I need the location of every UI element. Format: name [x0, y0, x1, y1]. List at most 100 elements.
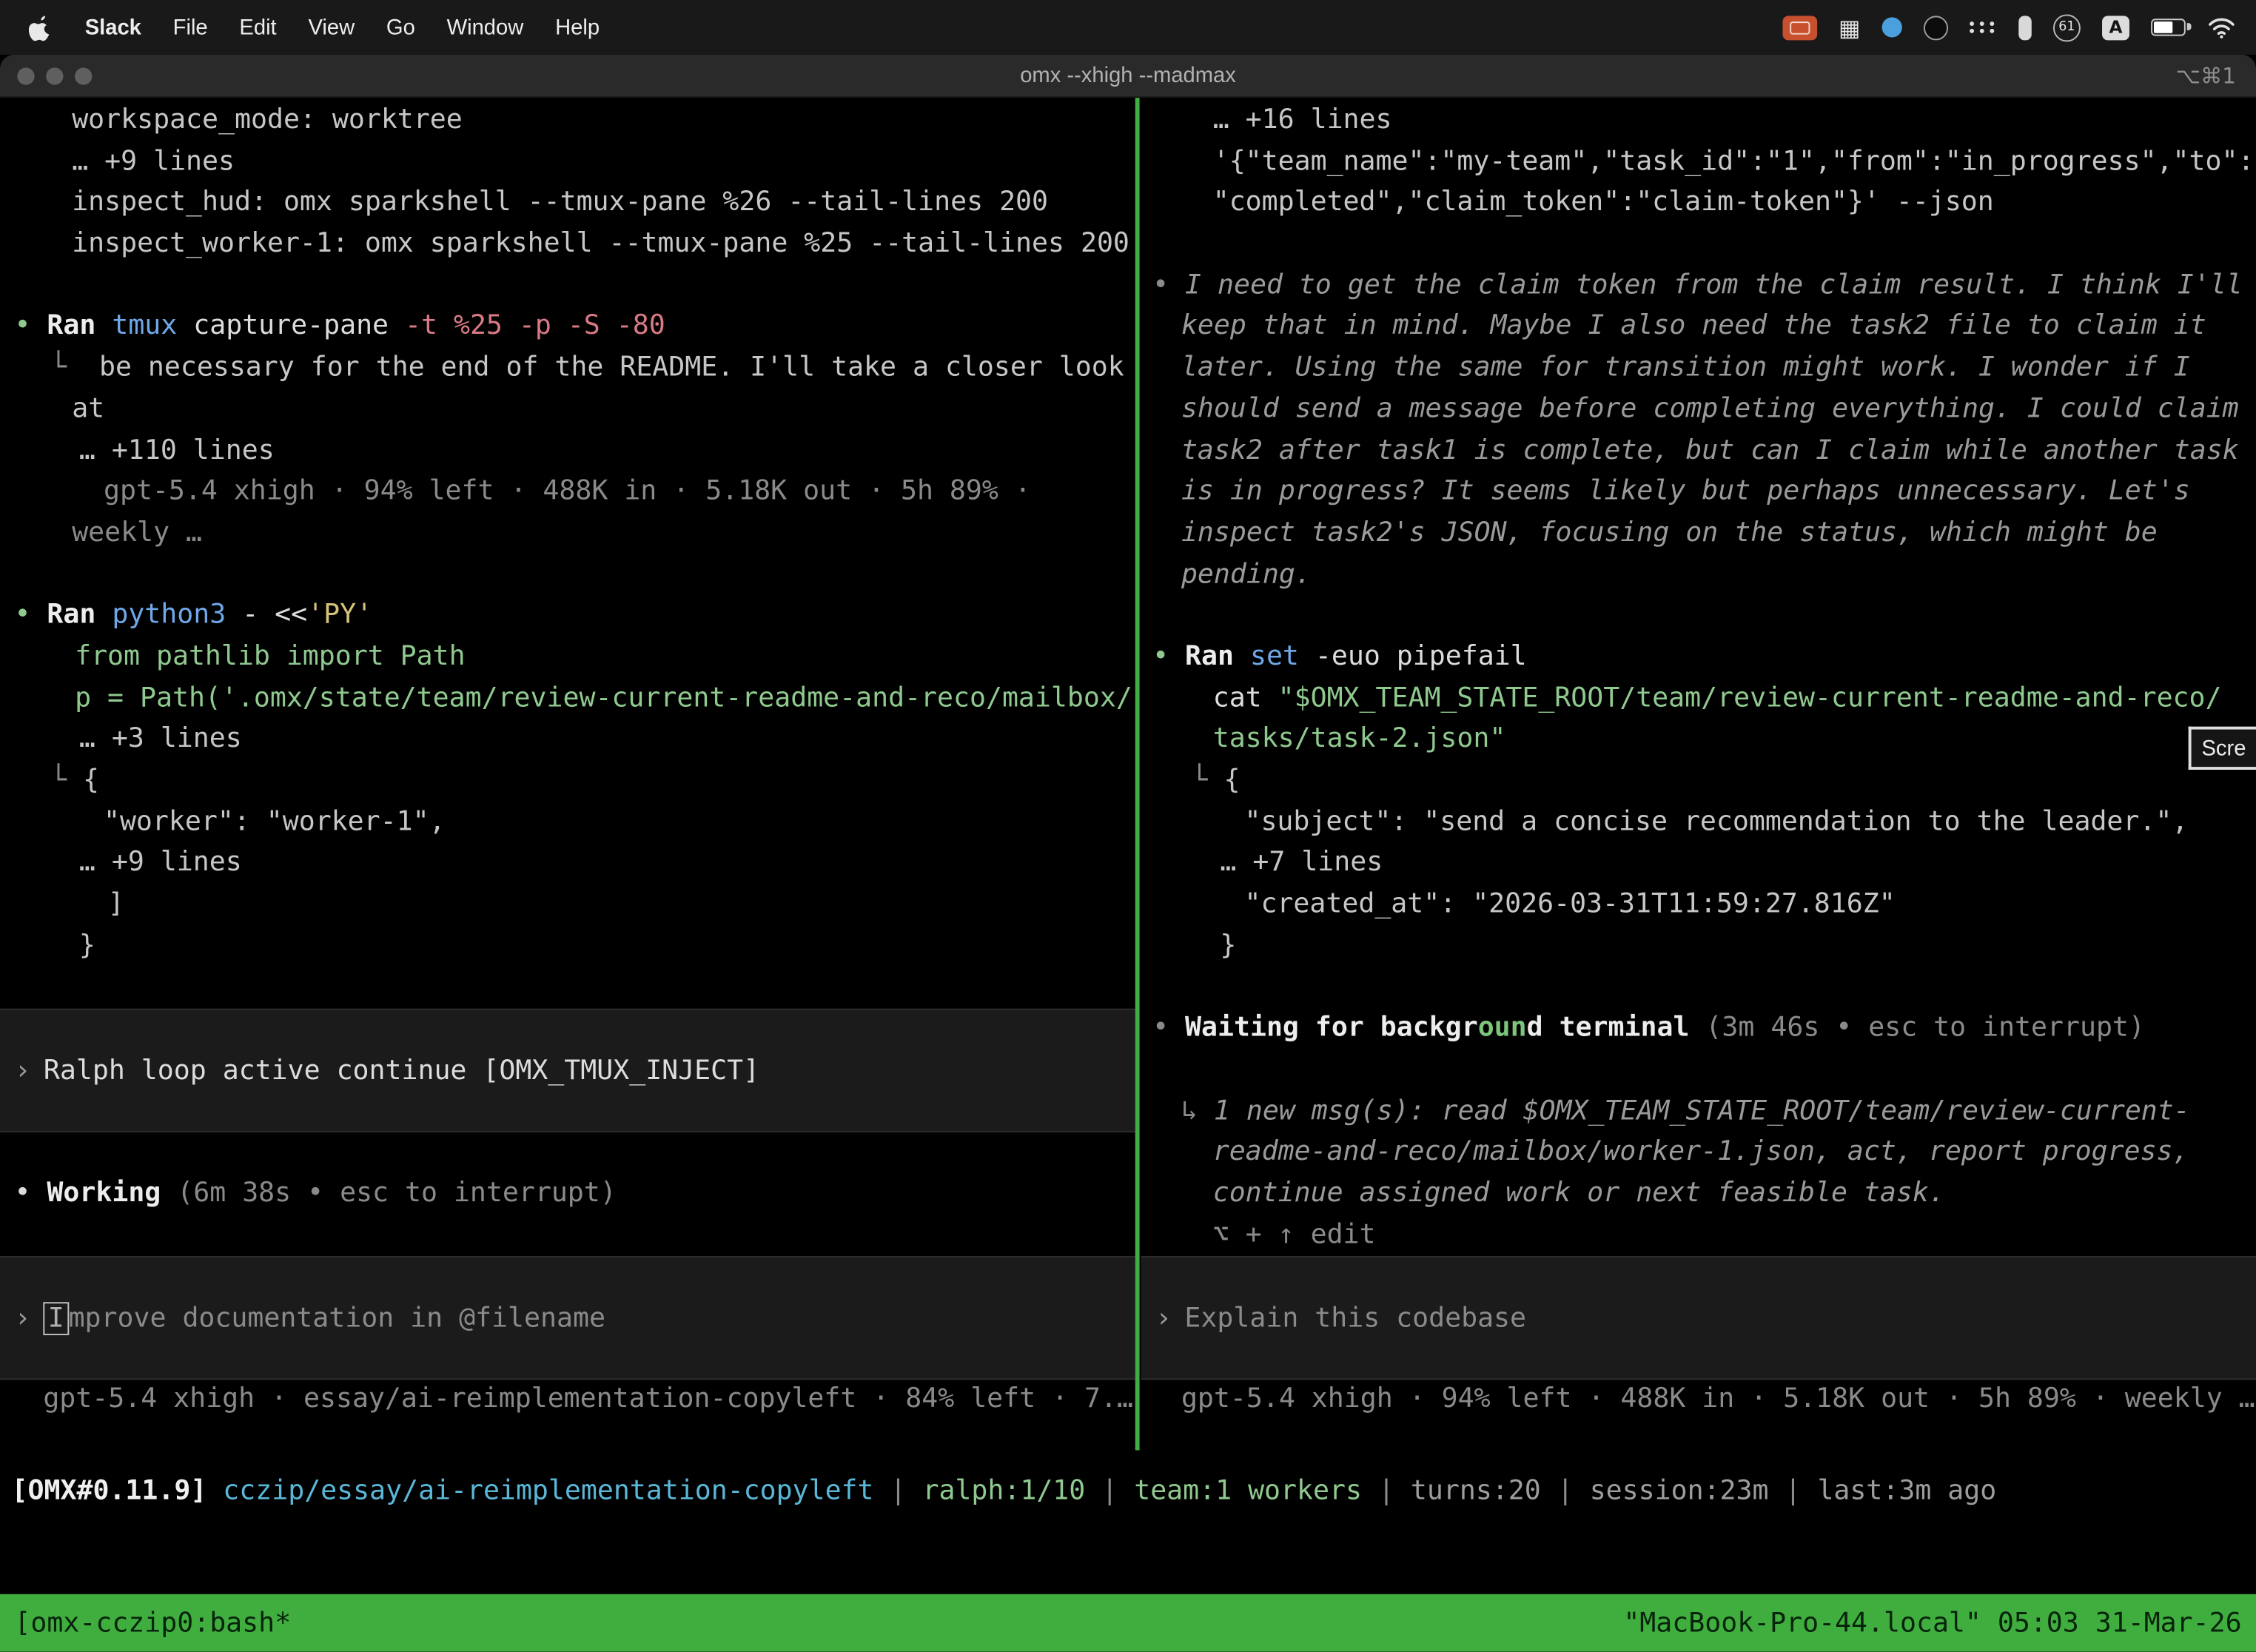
text-segment: … +9 lines [79, 848, 242, 879]
terminal-line: workspace_mode: worktree [0, 101, 1135, 142]
text-segment: at [72, 394, 104, 424]
text-segment: • [1152, 270, 1185, 300]
text-segment: task2 after task1 is complete, but can I… [1181, 435, 2239, 466]
terminal-line: • I need to get the claim token from the… [1141, 266, 2256, 307]
text-segment: [OMX#0.11.9] [12, 1476, 207, 1506]
minimize-button[interactable] [46, 67, 63, 84]
text-segment: capture-pane [177, 312, 405, 342]
tmux-status-bar: [omx-cczip0:bash* "MacBook-Pro-44.local"… [0, 1594, 2256, 1652]
terminal-app-icon[interactable] [1924, 15, 1948, 39]
terminal-line: p = Path('.omx/state/team/review-current… [0, 679, 1135, 720]
text-segment: "completed","claim_token":"claim-token"}… [1213, 187, 1994, 218]
window-hotkey: ⌥⌘1 [2175, 63, 2256, 89]
pane-footer-status: gpt-5.4 xhigh · 94% left · 488K in · 5.1… [1141, 1380, 2256, 1422]
text-segment: - << [226, 600, 307, 631]
terminal-line: } [0, 926, 1135, 967]
text-segment: d terminal [1527, 1013, 1706, 1044]
screen-share-popup: Scre [2189, 727, 2256, 770]
text-segment: cat [1213, 683, 1278, 713]
screen-recording-indicator-icon[interactable] [1782, 15, 1817, 39]
terminal-line: gpt-5.4 xhigh · 94% left · 488K in · 5.1… [0, 472, 1135, 514]
blank-line [1141, 224, 2256, 266]
blank-line [0, 967, 1135, 1009]
text-segment: 1 new msg(s): read $OMX_TEAM_STATE_ROOT/… [1214, 1095, 2190, 1126]
text-segment: • [14, 312, 47, 342]
text-segment: (6m 38s • esc to interrupt) [177, 1178, 616, 1209]
terminal-line: weekly … [0, 514, 1135, 555]
battery-icon[interactable] [2151, 19, 2186, 36]
menu-help[interactable]: Help [540, 15, 616, 39]
omx-status-line: [OMX#0.11.9] cczip/essay/ai-reimplementa… [0, 1471, 2256, 1512]
terminal-line: readme-and-reco/mailbox/worker-1.json, a… [1141, 1132, 2256, 1174]
text-segment: mprove documentation in @filename [69, 1303, 605, 1334]
menubar-menus: Slack File Edit View Go Window Help [20, 13, 615, 41]
prompt-input-right-placeholder[interactable]: › Explain this codebase [1141, 1257, 2256, 1380]
tmux-session-label: [omx-cczip0:bash* [14, 1608, 291, 1638]
text-segment: Ran [1185, 642, 1250, 672]
menubar-app-name[interactable]: Slack [69, 15, 157, 39]
terminal-line: '{"team_name":"my-team","task_id":"1","f… [1141, 142, 2256, 184]
battery-fill [2154, 21, 2173, 33]
terminal-line: continue assigned work or next feasible … [1141, 1174, 2256, 1215]
wifi-icon[interactable] [2207, 16, 2236, 38]
terminal-line: └ be necessary for the end of the README… [0, 349, 1135, 390]
terminal-line: ] [0, 885, 1135, 927]
text-segment: | [874, 1476, 923, 1506]
text-segment: | [1541, 1476, 1590, 1506]
text-segment: should send a message before completing … [1181, 394, 2239, 424]
text-segment: keep that in mind. Maybe I also need the… [1181, 312, 2206, 342]
terminal-pane-left[interactable]: workspace_mode: worktree … +9 lines insp… [0, 101, 1135, 1421]
working-status-line: • Working (6m 38s • esc to interrupt) [0, 1174, 1135, 1215]
terminal[interactable]: workspace_mode: worktree … +9 lines insp… [0, 98, 2256, 1651]
text-segment: I need to get the claim token from the c… [1185, 270, 2243, 300]
menu-view[interactable]: View [292, 15, 370, 39]
text-segment: • [1152, 642, 1185, 672]
menu-edit[interactable]: Edit [224, 15, 292, 39]
pill-app-icon[interactable] [2018, 15, 2031, 39]
prompt-input-left-placeholder[interactable]: › Improve documentation in @filename [0, 1256, 1135, 1380]
text-segment: Explain this codebase [1184, 1303, 1526, 1334]
edit-hint-line: ⌥ + ↑ edit [1141, 1215, 2256, 1257]
text-segment: … +7 lines [1220, 848, 1383, 879]
input-source-icon[interactable]: A [2102, 15, 2129, 39]
text-segment: • [14, 600, 47, 631]
text-segment: "$OMX_TEAM_STATE_ROOT/team/review-curren… [1278, 683, 2222, 713]
text-segment: └ [1192, 765, 1224, 796]
terminal-pane-right[interactable]: … +16 lines '{"team_name":"my-team","tas… [1141, 101, 2256, 1421]
text-segment: … +9 lines [72, 147, 235, 177]
text-segment: python3 [112, 600, 226, 631]
pane-divider[interactable] [1135, 98, 1140, 1450]
text-segment: { [83, 765, 99, 796]
text-segment: be necessary for the end of the README. … [99, 352, 1124, 383]
menu-file[interactable]: File [157, 15, 224, 39]
window-titlebar[interactable]: omx --xhigh --madmax ⌥⌘1 [0, 55, 2256, 98]
text-segment: … +110 lines [79, 435, 275, 466]
terminal-line: task2 after task1 is complete, but can I… [1141, 431, 2256, 472]
text-segment: gpt-5.4 xhigh · 94% left · 488K in · 5.1… [1181, 1385, 2255, 1415]
text-segment: Working [47, 1178, 177, 1209]
grid-app-icon[interactable]: ▦ [1839, 13, 1860, 41]
text-segment: gpt-5.4 xhigh · 94% left · 488K in · 5.1… [104, 477, 1031, 507]
text-segment: tmux [112, 312, 177, 342]
zoom-button[interactable] [75, 67, 92, 84]
blue-app-icon[interactable] [1882, 17, 1902, 37]
menubar-status-icons: ▦ 61 A [1782, 13, 2236, 41]
terminal-line: later. Using the same for transition mig… [1141, 349, 2256, 390]
menu-window[interactable]: Window [431, 15, 539, 39]
terminal-line: ↳ 1 new msg(s): read $OMX_TEAM_STATE_ROO… [1141, 1091, 2256, 1132]
text-segment: Ralph loop active continue [OMX_TMUX_INJ… [44, 1055, 759, 1086]
menu-go[interactable]: Go [371, 15, 432, 39]
text-segment: Ran [47, 600, 112, 631]
battery-percent-icon[interactable]: 61 [2053, 13, 2081, 41]
terminal-line: … +9 lines [0, 844, 1135, 885]
terminal-line: cat "$OMX_TEAM_STATE_ROOT/team/review-cu… [1141, 679, 2256, 720]
window-title: omx --xhigh --madmax [0, 64, 2256, 88]
text-segment: ralph:1/10 [922, 1476, 1085, 1506]
apple-menu-icon[interactable] [20, 13, 69, 41]
dots-app-icon[interactable] [1970, 21, 1997, 33]
close-button[interactable] [17, 67, 34, 84]
terminal-line: is in progress? It seems likely but perh… [1141, 472, 2256, 514]
prompt-input-left[interactable]: › Ralph loop active continue [OMX_TMUX_I… [0, 1009, 1135, 1132]
blank-line [1141, 1050, 2256, 1092]
terminal-line: inspect_hud: omx sparkshell --tmux-pane … [0, 184, 1135, 225]
